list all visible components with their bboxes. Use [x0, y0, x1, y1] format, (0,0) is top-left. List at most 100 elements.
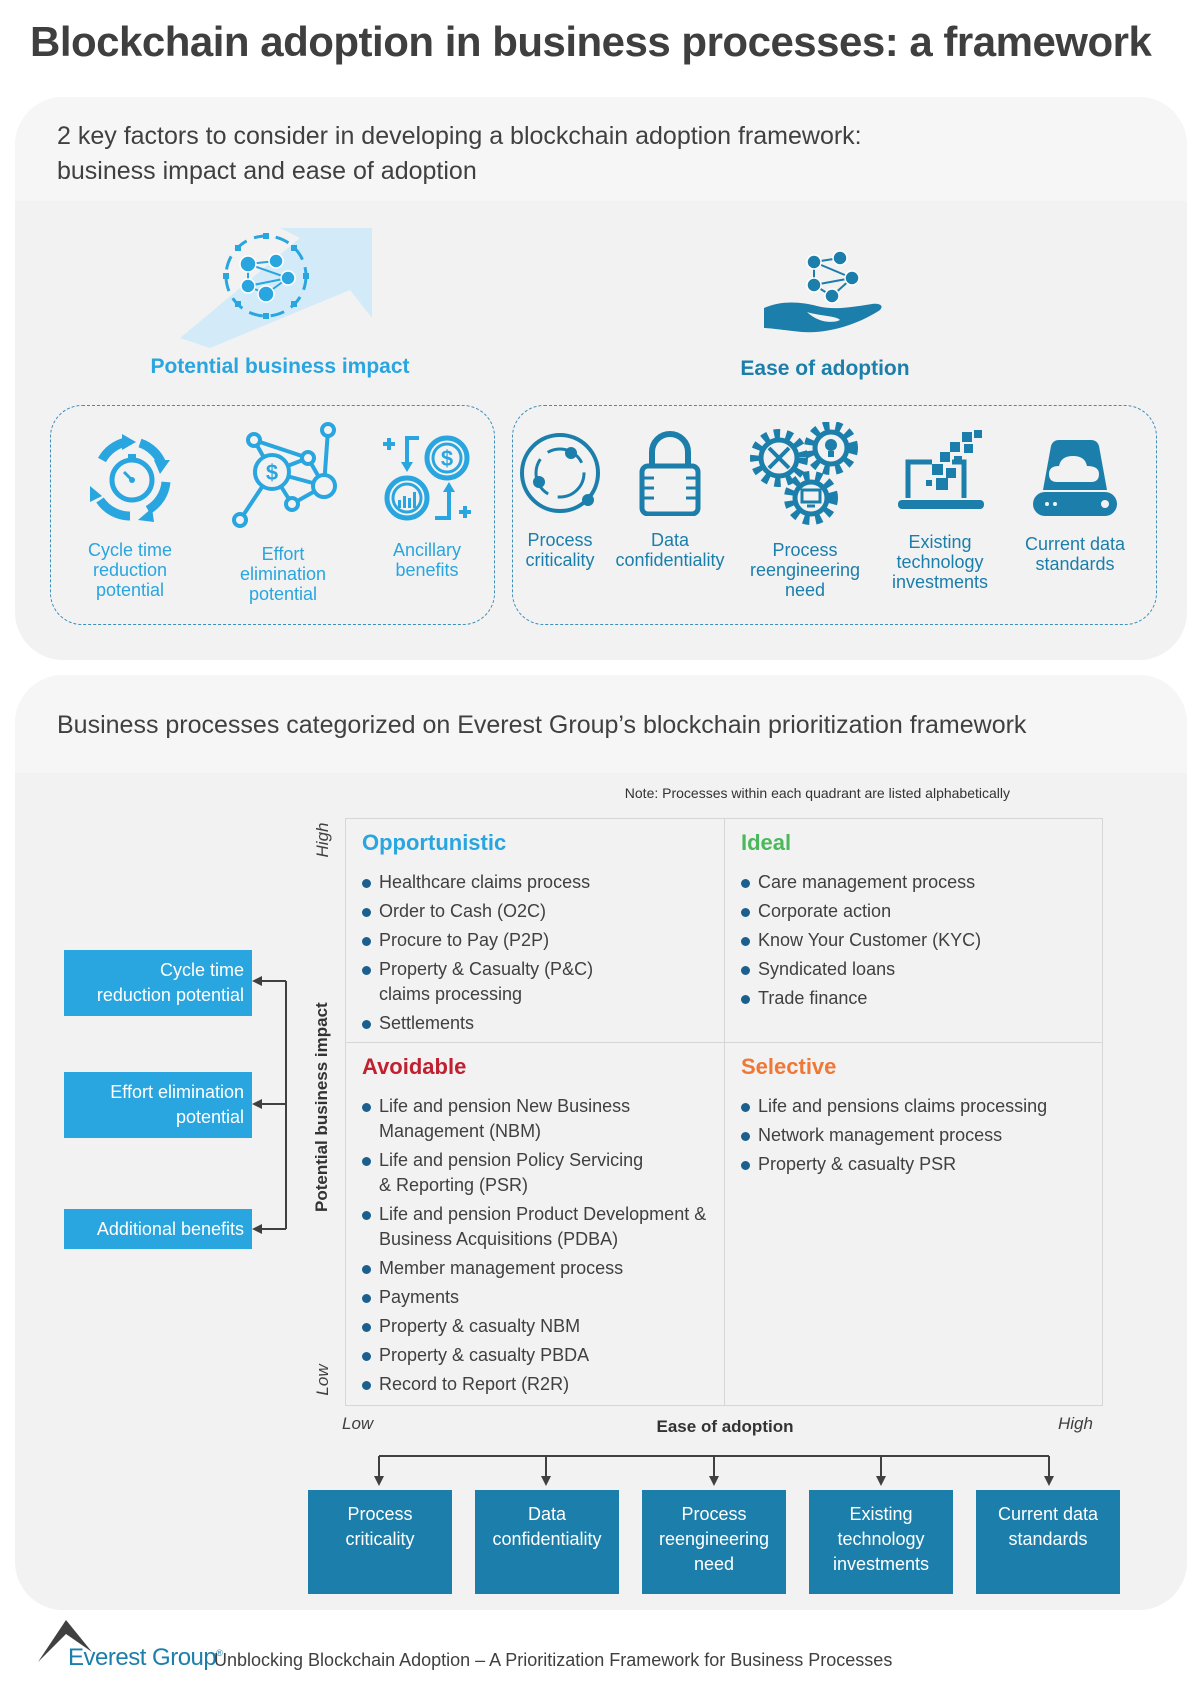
impact-factor-effort: $ Effort elimination potential: [218, 420, 348, 604]
heading-line-2: business impact and ease of adoption: [57, 157, 477, 185]
label-line: benefits: [395, 560, 459, 580]
y-axis-low: Low: [313, 1364, 332, 1396]
label-line: confidentiality: [615, 550, 725, 570]
list-item: Life and pension Policy Servicing & Repo…: [360, 1148, 660, 1198]
list-item: Procure to Pay (P2P): [360, 928, 710, 953]
box-line: Existing: [849, 1504, 913, 1524]
quadrant-title: Ideal: [741, 830, 792, 855]
box-line: confidentiality: [492, 1529, 602, 1549]
list-item: Member management process: [360, 1256, 710, 1281]
list-item: Life and pension Product Development & B…: [360, 1202, 710, 1252]
framework-heading: Business processes categorized on Everes…: [15, 675, 1187, 773]
list-item: Order to Cash (O2C): [360, 899, 710, 924]
ease-factor-data-standards: Current data standards: [1010, 438, 1140, 574]
laptop-pixels-icon: [898, 430, 984, 509]
box-line: Cycle time: [159, 960, 244, 980]
process-list: Life and pensions claims processing Netw…: [739, 1094, 1089, 1177]
ease-box-process-criticality: Process criticality: [308, 1490, 452, 1594]
brand-name: Everest Group: [68, 1644, 217, 1671]
label-line: Cycle time: [87, 540, 172, 560]
list-item: Property & casualty PSR: [739, 1152, 1089, 1177]
list-item: Care management process: [739, 870, 1089, 895]
process-list: Life and pension New Business Management…: [360, 1094, 710, 1397]
box-line: reduction potential: [96, 985, 244, 1005]
box-line: investments: [832, 1554, 930, 1574]
label-line: elimination: [239, 564, 327, 584]
x-axis-title: Ease of adoption: [656, 1417, 794, 1436]
label-line: potential: [248, 584, 318, 604]
ease-title: Ease of adoption: [740, 357, 910, 380]
box-line: Process: [681, 1504, 747, 1524]
network-dollar-icon: $: [232, 422, 337, 528]
label-line: Process: [772, 540, 838, 560]
label-line: investments: [891, 572, 989, 592]
ease-factor-process-criticality: Process criticality: [510, 430, 610, 570]
label-line: Current data: [1024, 534, 1126, 554]
alphabetical-note: Note: Processes within each quadrant are…: [624, 785, 1010, 801]
quadrant-selective: Selective Life and pensions claims proce…: [725, 1044, 1103, 1191]
box-line: potential: [175, 1107, 244, 1127]
box-line: need: [693, 1554, 735, 1574]
box-line: Data: [527, 1504, 567, 1524]
label-line: potential: [95, 580, 165, 600]
impact-box-effort: Effort elimination potential: [64, 1072, 252, 1138]
list-item: Property & casualty PBDA: [360, 1343, 710, 1368]
box-line: Effort elimination: [110, 1082, 244, 1102]
x-axis-low: Low: [342, 1414, 374, 1433]
impact-factor-cycle-time: Cycle time reduction potential: [65, 430, 195, 600]
everest-group-brand: Everest Group®: [68, 1644, 223, 1672]
list-item: Trade finance: [739, 986, 1089, 1011]
label-line: reduction: [92, 560, 168, 580]
process-list: Healthcare claims process Order to Cash …: [360, 870, 710, 1036]
process-list: Care management process Corporate action…: [739, 870, 1089, 1011]
hand-blockchain-icon: [764, 250, 882, 333]
ease-factor-existing-tech: Existing technology investments: [875, 428, 1005, 592]
box-line: criticality: [345, 1529, 415, 1549]
label-line: Effort: [261, 544, 305, 564]
label-line: criticality: [525, 550, 595, 570]
padlock-icon: [639, 431, 701, 516]
svg-text:$: $: [441, 446, 453, 471]
box-line: technology: [837, 1529, 925, 1549]
quadrant-opportunistic: Opportunistic Healthcare claims process …: [346, 820, 724, 1050]
coins-benefit-icon: $: [383, 435, 471, 521]
key-factors-heading: 2 key factors to consider in developing …: [15, 97, 1187, 201]
label-line: technology: [896, 552, 984, 572]
list-item: Settlements: [360, 1011, 710, 1036]
ease-connector: [374, 1455, 1054, 1486]
box-line: Additional benefits: [96, 1219, 244, 1239]
label-line: Existing: [908, 532, 972, 552]
heading-line-1: 2 key factors to consider in developing …: [57, 122, 862, 150]
list-item: Healthcare claims process: [360, 870, 710, 895]
box-line: Process: [347, 1504, 413, 1524]
ease-factor-data-confidentiality: Data confidentiality: [605, 430, 735, 570]
label-line: Process: [527, 530, 593, 550]
quadrant-avoidable: Avoidable Life and pension New Business …: [346, 1044, 724, 1411]
impact-box-cycle-time: Cycle time reduction potential: [64, 950, 252, 1016]
label-line: standards: [1035, 554, 1115, 574]
impact-title: Potential business impact: [150, 355, 410, 378]
svg-text:$: $: [266, 460, 278, 485]
box-line: Current data: [997, 1504, 1099, 1524]
ease-box-reengineering: Process reengineering need: [642, 1490, 786, 1594]
y-axis-high: High: [313, 822, 332, 858]
label-line: Data: [650, 530, 690, 550]
list-item: Record to Report (R2R): [360, 1372, 710, 1397]
list-item: Life and pension New Business Management…: [360, 1094, 660, 1144]
label-line: Ancillary: [392, 540, 462, 560]
list-item: Syndicated loans: [739, 957, 1089, 982]
cloud-drive-icon: [1033, 440, 1117, 516]
impact-connector: [252, 976, 287, 1234]
ease-box-existing-tech: Existing technology investments: [809, 1490, 953, 1594]
impact-box-additional: Additional benefits: [64, 1209, 252, 1249]
x-axis-high: High: [1058, 1414, 1093, 1433]
list-item: Life and pensions claims processing: [739, 1094, 1089, 1119]
quadrant-title: Opportunistic: [362, 830, 507, 855]
box-line: reengineering: [658, 1529, 770, 1549]
quadrant-title: Selective: [741, 1054, 837, 1079]
list-item: Property & casualty NBM: [360, 1314, 710, 1339]
y-axis-title: Potential business impact: [312, 1002, 331, 1212]
orbit-icon: [520, 433, 600, 513]
ease-box-data-standards: Current data standards: [976, 1490, 1120, 1594]
list-item: Payments: [360, 1285, 710, 1310]
